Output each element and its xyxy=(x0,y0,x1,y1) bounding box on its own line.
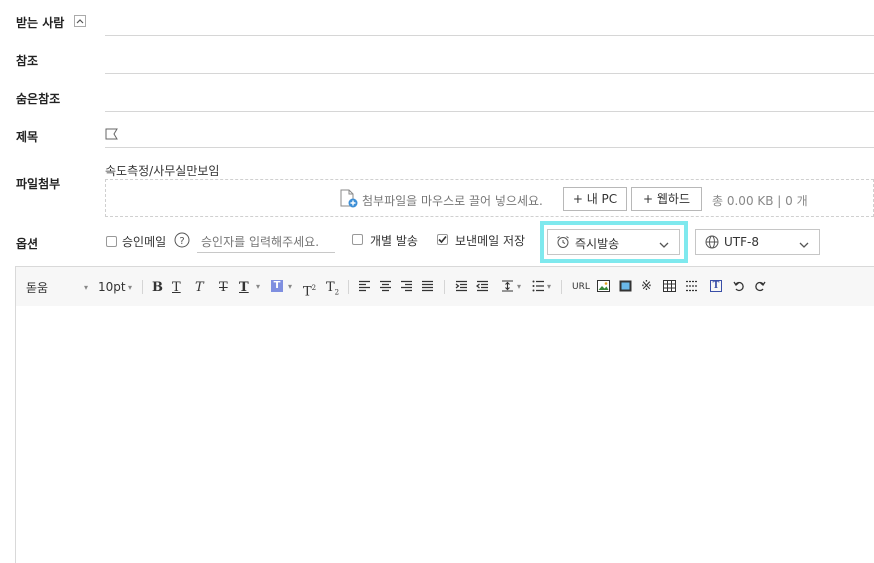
to-input[interactable] xyxy=(105,35,874,36)
drop-hint-text: 첨부파일을 마우스로 끌어 넣으세요. xyxy=(362,194,543,208)
font-value: 돋움 xyxy=(26,281,49,295)
alarm-clock-icon xyxy=(556,235,570,252)
attachment-total: 총 0.00 KB | 0 개 xyxy=(712,194,808,208)
line-height-icon[interactable] xyxy=(501,280,514,292)
attach-label: 파일첨부 xyxy=(16,177,61,191)
list-icon[interactable] xyxy=(532,280,545,292)
insert-media-icon[interactable] xyxy=(619,280,632,292)
send-time-select[interactable]: 즉시발송 xyxy=(547,229,680,255)
webhard-button[interactable]: + 웹하드 xyxy=(631,187,702,211)
insert-table-icon[interactable] xyxy=(663,280,676,292)
highlight-color-icon[interactable]: T xyxy=(271,280,283,292)
font-color-icon[interactable]: T xyxy=(239,281,249,295)
cc-label: 참조 xyxy=(16,54,39,68)
save-sent-checkbox[interactable] xyxy=(437,234,448,245)
special-char-icon[interactable]: ※ xyxy=(641,279,652,294)
recipients-toggle-icon[interactable] xyxy=(74,15,86,27)
superscript-icon[interactable]: T2 xyxy=(303,281,316,299)
cc-input[interactable] xyxy=(105,73,874,74)
align-right-icon[interactable] xyxy=(400,280,413,292)
caret-down-icon[interactable]: ▾ xyxy=(288,282,292,291)
caret-down-icon[interactable]: ▾ xyxy=(547,282,551,291)
subject-label: 제목 xyxy=(16,130,39,144)
approval-checkbox[interactable] xyxy=(106,236,117,247)
outdent-icon[interactable] xyxy=(476,280,489,292)
font-size-value: 10pt xyxy=(98,280,126,294)
editor-toolbar: 돋움 ▾ 10pt ▾ B T T T T ▾ T ▾ T2 T2 ▾ ▾ UR… xyxy=(15,266,874,307)
text-box-icon[interactable]: T xyxy=(710,280,722,292)
bold-icon[interactable]: B xyxy=(152,281,163,295)
caret-down-icon[interactable]: ▾ xyxy=(256,282,260,291)
align-left-icon[interactable] xyxy=(358,280,371,292)
caret-down-icon: ▾ xyxy=(127,283,132,292)
horizontal-rule-icon[interactable] xyxy=(685,280,698,292)
strikethrough-icon[interactable]: T xyxy=(219,281,228,295)
align-justify-icon[interactable] xyxy=(421,280,434,292)
insert-link-button[interactable]: URL xyxy=(572,282,590,292)
send-time-value: 즉시발송 xyxy=(575,237,620,251)
globe-icon xyxy=(705,235,719,252)
redo-icon[interactable] xyxy=(754,280,766,292)
approval-label: 승인메일 xyxy=(122,235,167,249)
my-pc-button[interactable]: + 내 PC xyxy=(563,187,627,211)
individual-send-label: 개별 발송 xyxy=(370,234,418,248)
encoding-value: UTF-8 xyxy=(724,235,759,249)
chevron-down-icon xyxy=(799,238,809,252)
toolbar-separator xyxy=(348,280,349,294)
add-file-icon xyxy=(340,189,358,211)
bcc-label: 숨은참조 xyxy=(16,92,61,106)
toolbar-separator xyxy=(142,280,143,294)
toolbar-separator xyxy=(444,280,445,294)
indent-icon[interactable] xyxy=(455,280,468,292)
svg-text:?: ? xyxy=(179,236,184,247)
caret-down-icon: ▾ xyxy=(83,283,88,292)
attachment-folder-text: 속도측정/사무실만보임 xyxy=(105,164,220,178)
undo-icon[interactable] xyxy=(733,280,745,292)
encoding-select[interactable]: UTF-8 xyxy=(695,229,820,255)
help-icon[interactable]: ? xyxy=(174,232,190,251)
font-select[interactable]: 돋움 ▾ xyxy=(26,277,88,295)
individual-send-checkbox[interactable] xyxy=(352,234,363,245)
insert-image-icon[interactable] xyxy=(597,280,610,292)
chevron-down-icon xyxy=(659,238,669,252)
options-label: 옵션 xyxy=(16,237,39,251)
bcc-input[interactable] xyxy=(105,111,874,112)
to-label: 받는 사람 xyxy=(16,16,65,30)
font-size-select[interactable]: 10pt ▾ xyxy=(98,277,132,295)
toolbar-separator xyxy=(561,280,562,294)
italic-icon[interactable]: T xyxy=(195,281,204,295)
approver-input[interactable] xyxy=(197,231,335,253)
save-sent-label: 보낸메일 저장 xyxy=(455,234,526,248)
underline-icon[interactable]: T xyxy=(172,281,181,295)
subject-input[interactable] xyxy=(105,147,874,148)
importance-flag-icon[interactable] xyxy=(105,128,119,140)
subscript-icon[interactable]: T2 xyxy=(326,281,339,300)
align-center-icon[interactable] xyxy=(379,280,392,292)
caret-down-icon[interactable]: ▾ xyxy=(517,282,521,291)
editor-body[interactable] xyxy=(15,306,874,563)
